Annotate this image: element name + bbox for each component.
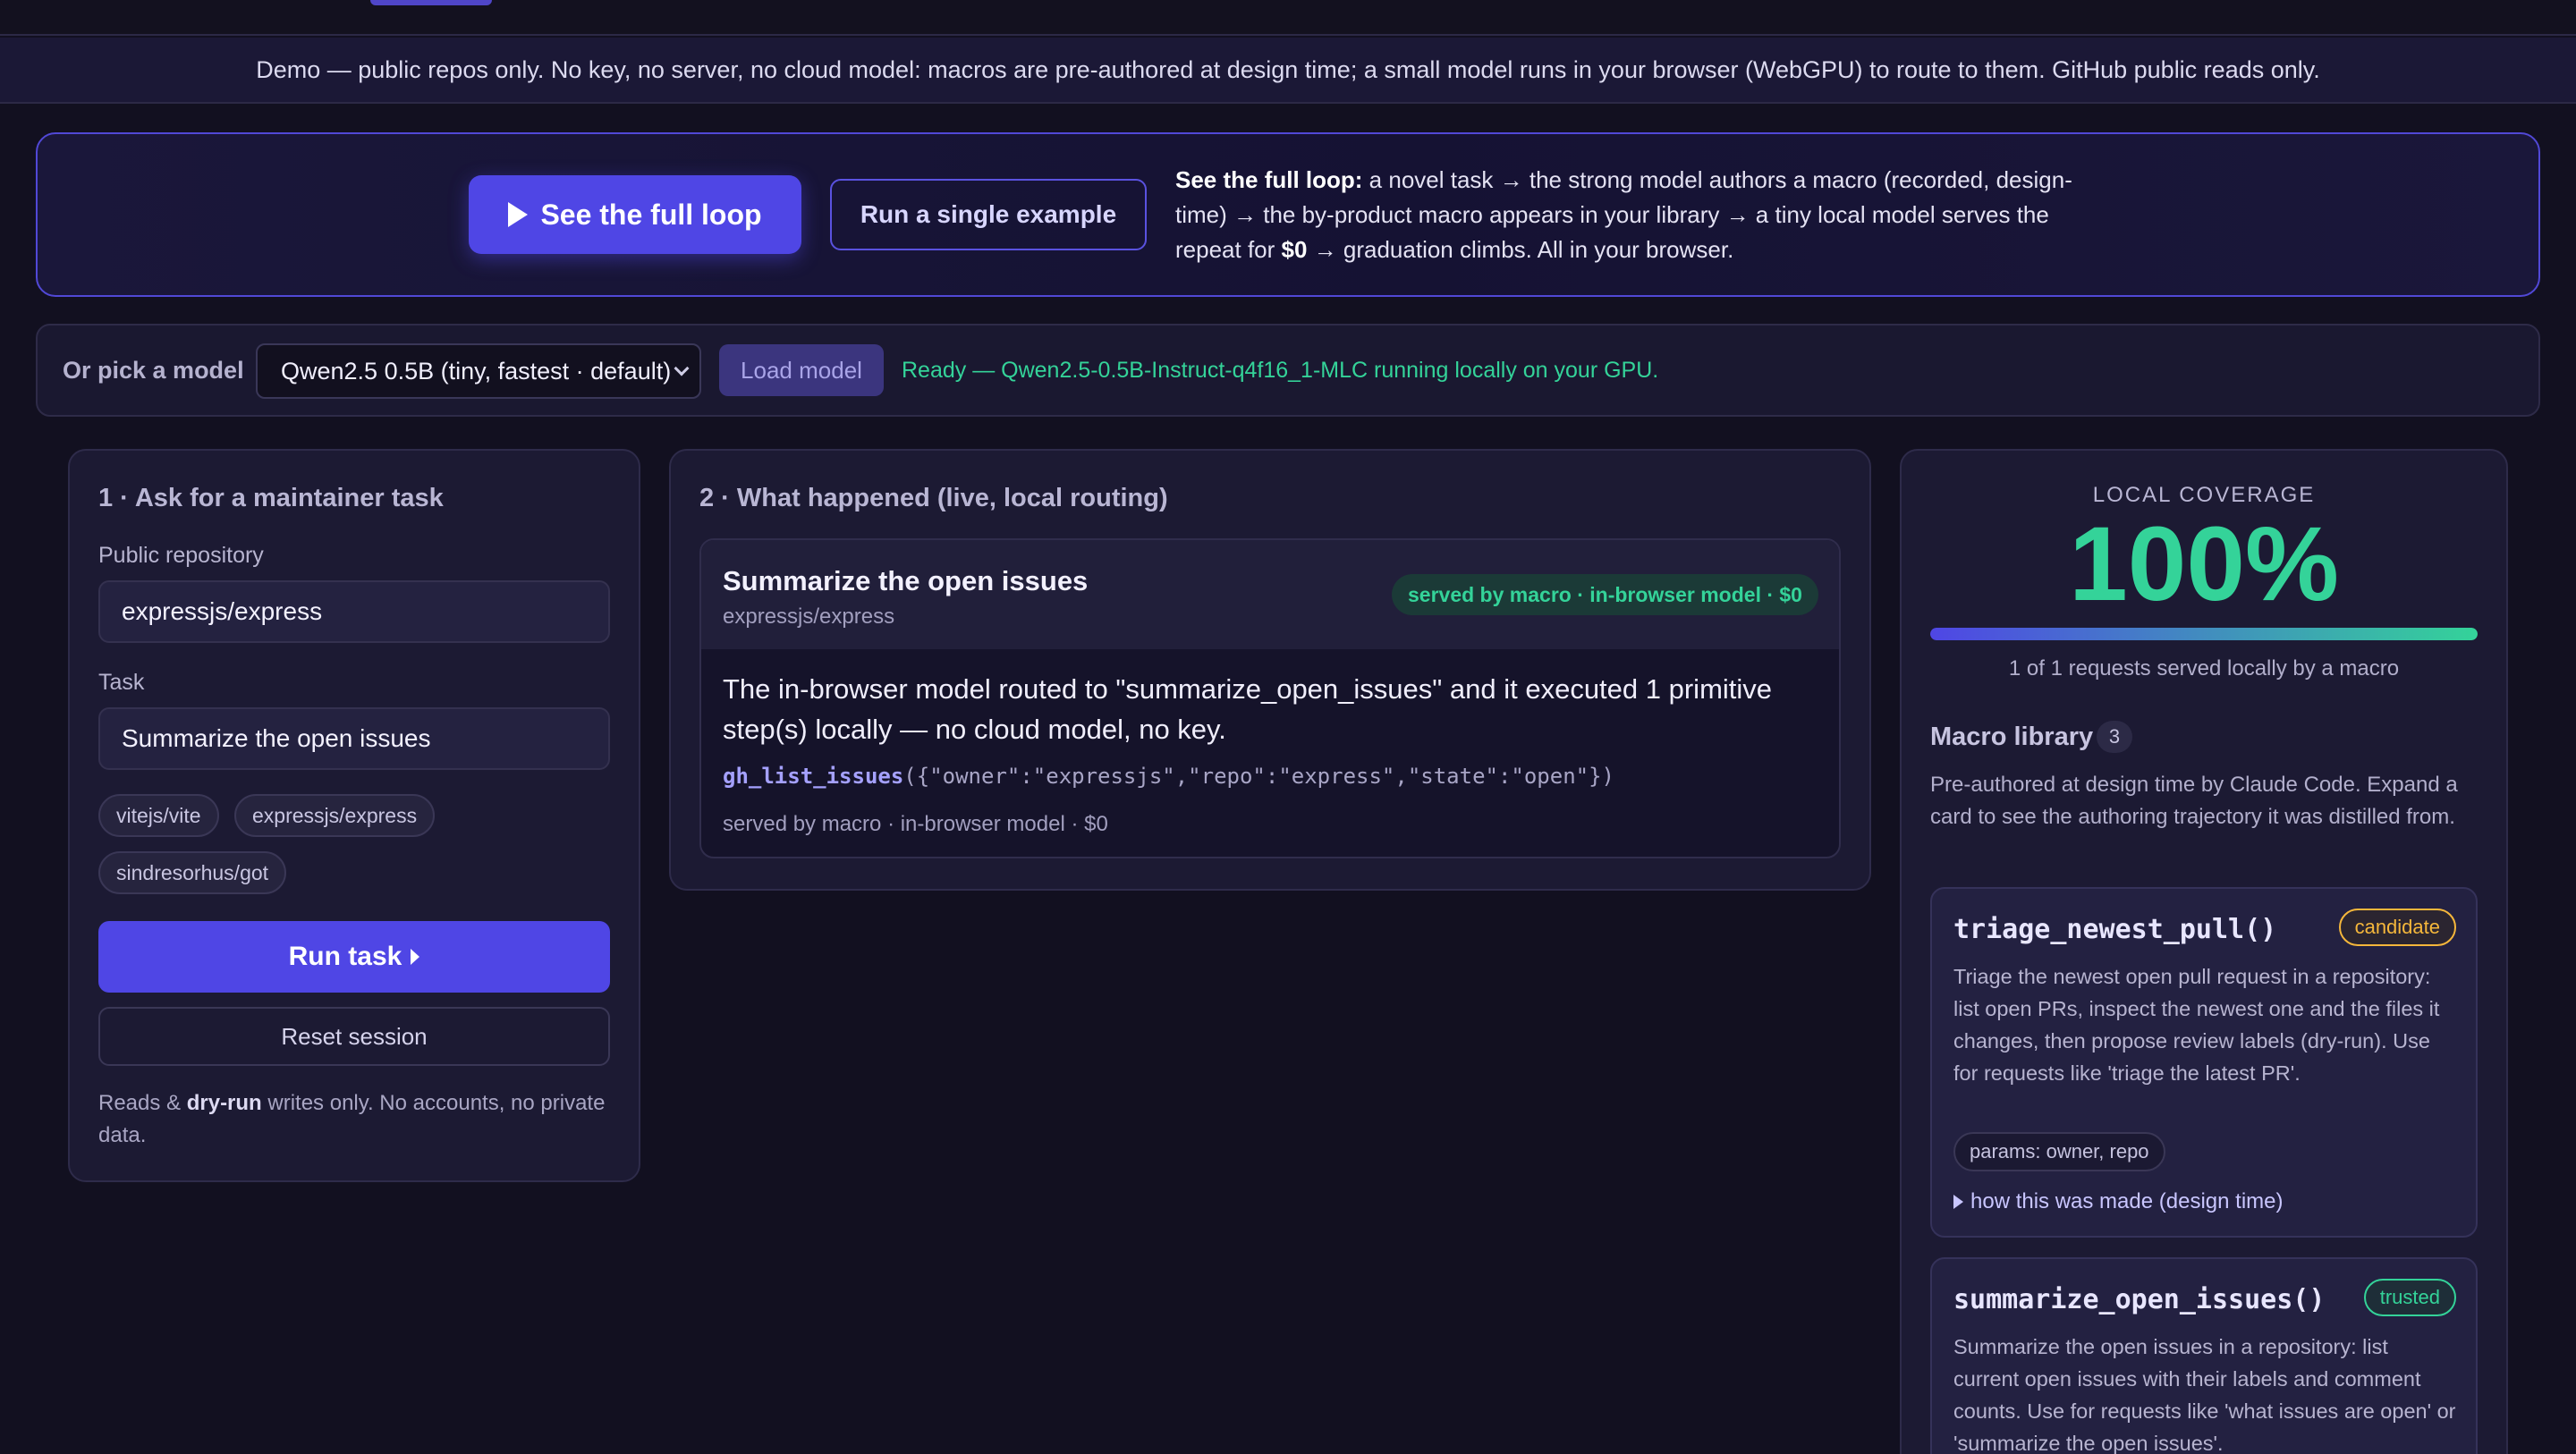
task-input-value: Summarize the open issues [122, 724, 431, 752]
model-select[interactable]: Qwen2.5 0.5B (tiny, fastest · default) [256, 343, 701, 399]
code-function-name: gh_list_issues [723, 764, 904, 789]
hero-description-lead: See the full loop: [1175, 166, 1363, 193]
repository-input[interactable]: expressjs/express [98, 580, 610, 643]
ask-footnote: Reads & dry-run writes only. No accounts… [98, 1087, 608, 1152]
how-made-toggle[interactable]: how this was made (design time) [1953, 1189, 2283, 1214]
top-nav-bar [0, 0, 2576, 36]
model-picker-label: Or pick a model [63, 357, 244, 384]
active-tab-indicator [370, 0, 492, 5]
result-card-repo: expressjs/express [723, 604, 895, 629]
ask-footnote-prefix: Reads & [98, 1091, 187, 1115]
caret-right-icon [411, 949, 420, 965]
demo-banner-text: Demo — public repos only. No key, no ser… [256, 55, 2320, 83]
result-card-body: The in-browser model routed to "summariz… [723, 673, 1773, 745]
macro-library-description: Pre-authored at design time by Claude Co… [1930, 773, 2458, 829]
play-icon [508, 202, 529, 227]
see-full-loop-button[interactable]: See the full loop [469, 175, 801, 254]
macro-library-title: Macro library [1930, 723, 2094, 751]
model-status-text: Ready — Qwen2.5-0.5B-Instruct-q4f16_1-ML… [902, 358, 1659, 383]
repository-input-value: expressjs/express [122, 597, 323, 625]
macro-status-badge: candidate [2338, 909, 2456, 946]
macro-name: triage_newest_pull() [1953, 914, 2277, 945]
code-arguments: ({"owner":"expressjs","repo":"express","… [903, 764, 1615, 789]
what-happened-title: 2 · What happened (live, local routing) [699, 484, 1168, 512]
result-card: Summarize the open issues expressjs/expr… [699, 538, 1841, 858]
repo-chip-vite[interactable]: vitejs/vite [98, 794, 219, 837]
result-card-footer: served by macro · in-browser model · $0 [723, 812, 1108, 836]
macro-description: Triage the newest open pull request in a… [1953, 965, 2440, 1085]
repo-chip-got[interactable]: sindresorhus/got [98, 851, 287, 894]
repository-label: Public repository [98, 543, 264, 568]
macro-description: Summarize the open issues in a repositor… [1953, 1335, 2456, 1454]
result-card-code: gh_list_issues({"owner":"expressjs","rep… [723, 764, 1614, 789]
macro-card-triage-newest-pull[interactable]: triage_newest_pull() candidate Triage th… [1930, 887, 2478, 1238]
hero-description-part2: → graduation climbs. All in your browser… [1307, 236, 1734, 263]
run-task-button[interactable]: Run task [98, 921, 610, 993]
coverage-progress-fill [1930, 628, 2478, 640]
result-card-title: Summarize the open issues [723, 565, 1089, 596]
disclosure-triangle-icon [1953, 1195, 1963, 1209]
load-model-button[interactable]: Load model [719, 344, 884, 396]
served-by-macro-badge: served by macro · in-browser model · $0 [1392, 574, 1818, 615]
how-made-label: how this was made (design time) [1970, 1189, 2284, 1213]
local-coverage-label: LOCAL COVERAGE [2092, 483, 2316, 507]
macro-library-count: 3 [2097, 721, 2132, 753]
ask-task-title: 1 · Ask for a maintainer task [98, 484, 444, 512]
reset-session-button[interactable]: Reset session [98, 1007, 610, 1066]
model-select-value: Qwen2.5 0.5B (tiny, fastest · default) [281, 357, 672, 385]
macro-name: summarize_open_issues() [1953, 1284, 2326, 1315]
task-label: Task [98, 670, 145, 695]
run-single-example-button[interactable]: Run a single example [830, 179, 1147, 250]
task-input[interactable]: Summarize the open issues [98, 707, 610, 770]
local-coverage-value: 100% [2069, 505, 2339, 623]
repo-chip-express[interactable]: expressjs/express [234, 794, 436, 837]
macro-status-badge: trusted [2363, 1279, 2456, 1316]
coverage-progress-bar [1930, 628, 2478, 640]
hero-description-price: $0 [1281, 236, 1308, 263]
macro-params-chip: params: owner, repo [1953, 1132, 2165, 1171]
result-card-header: Summarize the open issues expressjs/expr… [701, 540, 1839, 649]
macro-card-summarize-open-issues[interactable]: summarize_open_issues() trusted Summariz… [1930, 1257, 2478, 1454]
chevron-down-icon [674, 360, 690, 376]
ask-footnote-bold: dry-run [186, 1091, 262, 1115]
coverage-caption: 1 of 1 requests served locally by a macr… [2008, 656, 2400, 681]
demo-banner: Demo — public repos only. No key, no ser… [0, 38, 2576, 104]
run-task-label: Run task [288, 942, 402, 971]
see-full-loop-label: See the full loop [540, 198, 762, 231]
hero-description: See the full loop: a novel task → the st… [1175, 163, 2106, 267]
